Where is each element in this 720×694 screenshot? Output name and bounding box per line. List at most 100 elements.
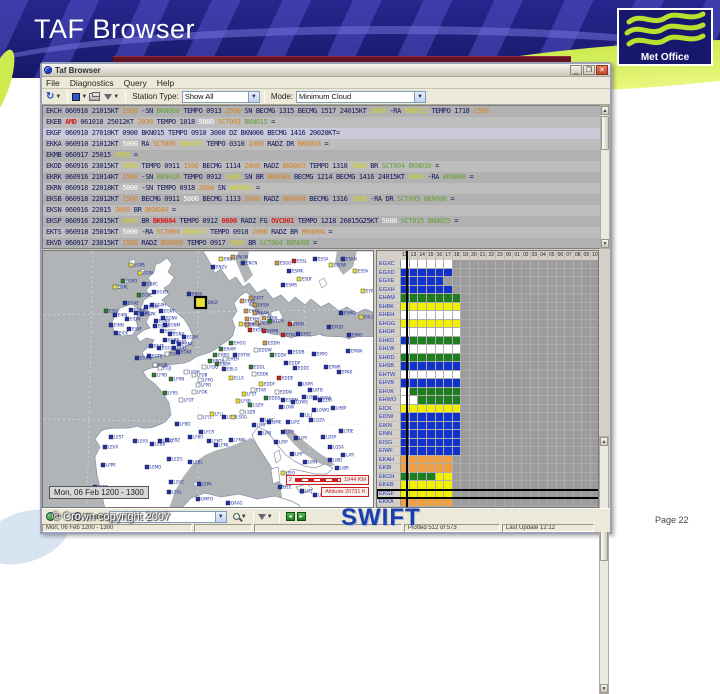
grid-cell[interactable] [461,345,471,354]
station-marker-EIWF[interactable] [126,326,132,332]
grid-cell[interactable] [530,472,540,481]
grid-cell[interactable] [418,481,427,490]
station-marker-LFLL[interactable] [209,411,215,417]
grid-cell[interactable] [513,404,522,413]
grid-cell[interactable] [539,472,548,481]
station-marker-ENEK[interactable] [186,291,192,297]
grid-row-EKGF[interactable]: EKGF [377,488,598,499]
grid-cell[interactable] [591,328,598,337]
grid-cell[interactable] [539,345,548,354]
station-marker-LFLC[interactable] [197,414,203,420]
station-marker-ESOW[interactable] [328,262,334,268]
grid-cell[interactable] [565,430,574,439]
grid-cell[interactable] [530,404,540,413]
grid-cell[interactable] [444,379,453,388]
station-marker-LDSP[interactable] [320,434,326,440]
station-marker-LIEE[interactable] [277,484,283,490]
station-marker-EDDF[interactable] [258,381,264,387]
grid-cell[interactable] [444,489,453,498]
grid-cell[interactable] [478,404,488,413]
grid-cell[interactable] [418,302,427,311]
station-marker-EGPH[interactable] [149,302,155,308]
station-marker-EDDH[interactable] [262,340,268,346]
grid-cell[interactable] [547,464,557,473]
grid-cell[interactable] [521,430,531,439]
grid-cell[interactable] [418,294,427,303]
grid-cell[interactable] [418,345,427,354]
grid-cell[interactable] [461,311,471,320]
grid-cell[interactable] [513,277,522,286]
grid-cell[interactable] [591,353,598,362]
grid-cell[interactable] [496,370,505,379]
menu-diagnostics[interactable]: Diagnostics [70,78,114,88]
grid-cell[interactable] [521,268,531,277]
grid-cell[interactable] [478,489,488,498]
station-marker-LEVC[interactable] [168,479,174,485]
grid-cell[interactable] [582,455,592,464]
grid-cell[interactable] [452,302,462,311]
grid-cell[interactable] [426,481,436,490]
grid-cell[interactable] [573,438,583,447]
grid-cell[interactable] [470,455,479,464]
grid-cell[interactable] [513,268,522,277]
scroll-up-icon[interactable]: ▲ [600,437,608,446]
grid-cell[interactable] [513,489,522,498]
grid-cell[interactable] [409,447,419,456]
grid-cell[interactable] [504,421,514,430]
grid-cell[interactable] [470,498,479,507]
grid-cell[interactable] [487,285,497,294]
grid-cell[interactable] [591,336,598,345]
station-marker-EGSH[interactable] [181,334,187,340]
grid-cell[interactable] [539,319,548,328]
grid-cell[interactable] [444,438,453,447]
grid-cell[interactable] [478,294,488,303]
grid-cell[interactable] [426,260,436,269]
station-marker-EKEB[interactable] [238,321,244,327]
grid-cell[interactable] [444,413,453,422]
grid-row-code[interactable]: EHRD [377,353,401,362]
station-marker-EDDL[interactable] [248,364,254,370]
station-marker-EKTS[interactable] [239,298,245,304]
grid-cell[interactable] [444,498,453,507]
grid-row-EINN[interactable]: EINN [377,430,598,439]
grid-cell[interactable] [461,447,471,456]
grid-cell[interactable] [409,404,419,413]
grid-cell[interactable] [435,311,445,320]
grid-cell[interactable] [591,311,598,320]
grid-cell[interactable] [582,311,592,320]
grid-cell[interactable] [521,472,531,481]
grid-cell[interactable] [478,268,488,277]
maximize-button[interactable]: ❐ [583,65,595,75]
grid-cell[interactable] [435,413,445,422]
grid-cell[interactable] [487,438,497,447]
grid-cell[interactable] [582,379,592,388]
grid-cell[interactable] [504,294,514,303]
station-marker-ESMK[interactable] [286,268,292,274]
grid-cell[interactable] [470,336,479,345]
grid-cell[interactable] [547,498,557,507]
grid-row-code[interactable]: EIWF [377,447,401,456]
grid-row-EHBK[interactable]: EHBK [377,302,598,311]
grid-cell[interactable] [539,328,548,337]
station-marker-LFBO[interactable] [187,434,193,440]
grid-cell[interactable] [435,328,445,337]
grid-cell[interactable] [496,430,505,439]
grid-cell[interactable] [444,302,453,311]
grid-row-code[interactable]: EHSB [377,362,401,371]
grid-cell[interactable] [496,421,505,430]
grid-cell[interactable] [444,345,453,354]
grid-row-code[interactable]: EHEH [377,311,401,320]
grid-cell[interactable] [539,413,548,422]
grid-cell[interactable] [496,268,505,277]
grid-cell[interactable] [496,294,505,303]
grid-cell[interactable] [539,268,548,277]
grid-cell[interactable] [530,311,540,320]
grid-cell[interactable] [496,472,505,481]
grid-cell[interactable] [556,472,566,481]
grid-cell[interactable] [478,464,488,473]
grid-cell[interactable] [539,447,548,456]
station-marker-ESMS[interactable] [280,282,286,288]
grid-cell[interactable] [487,464,497,473]
chevron-down-icon[interactable]: ▼ [247,91,259,102]
grid-cell[interactable] [435,362,445,371]
